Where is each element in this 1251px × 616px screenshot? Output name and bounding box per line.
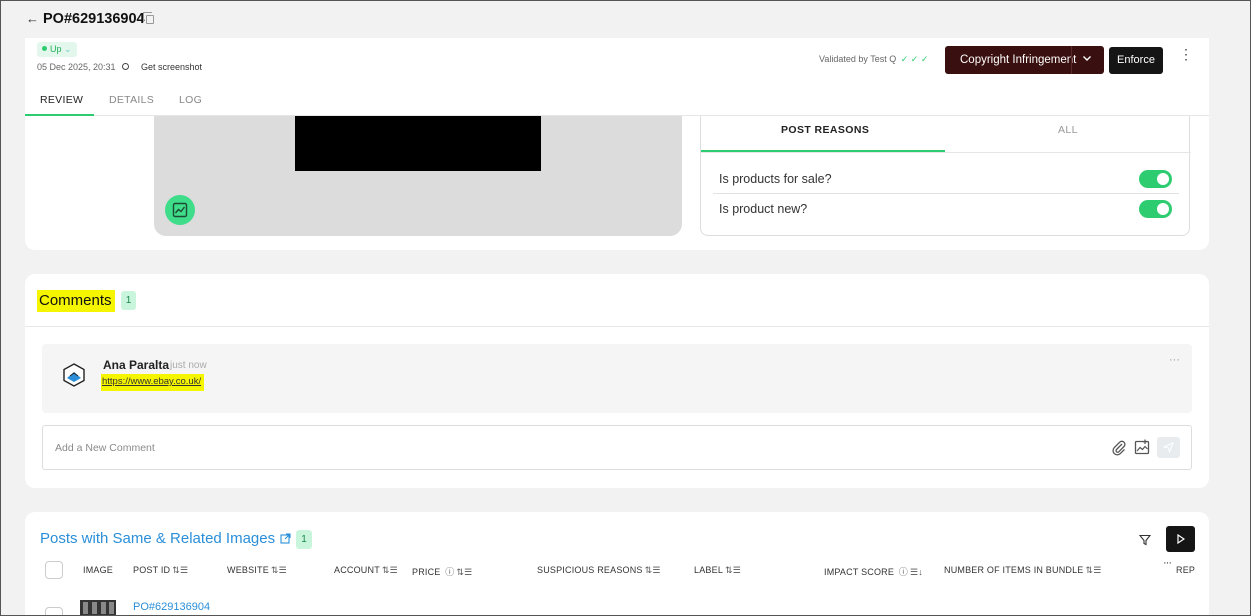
sort-icon: ⇅☰ — [172, 565, 189, 575]
column-header-rep: REP — [1176, 565, 1196, 575]
filter-icon[interactable] — [1139, 534, 1151, 546]
comment-item: Ana Paralta just now https://www.ebay.co… — [42, 344, 1192, 413]
sort-desc-icon: ☰↓ — [909, 567, 923, 577]
validated-by-label: Validated by Test Q ✓ ✓ ✓ — [819, 54, 929, 64]
get-screenshot-link[interactable]: Get screenshot — [141, 62, 202, 72]
external-link-icon[interactable] — [280, 533, 291, 547]
avatar — [63, 363, 85, 387]
column-header-price[interactable]: PRICE ⓘ ⇅☰ — [412, 565, 472, 578]
status-badge[interactable]: Up ⌄ — [37, 42, 77, 57]
sort-icon: ⇅☰ — [644, 565, 661, 575]
post-image-preview — [154, 110, 682, 236]
comment-link[interactable]: https://www.ebay.co.uk/ — [101, 374, 205, 391]
tab-details[interactable]: DETAILS — [109, 94, 154, 106]
sort-icon: ⇅☰ — [456, 567, 473, 577]
more-columns-icon[interactable]: ··· — [1163, 557, 1172, 569]
column-header-image: IMAGE — [83, 565, 114, 575]
page-title: PO#629136904 — [43, 11, 145, 27]
classification-label: Copyright Infringement — [960, 54, 1077, 66]
question-toggle[interactable] — [1139, 170, 1172, 188]
attachment-icon[interactable] — [1112, 440, 1126, 456]
divider — [701, 152, 1191, 153]
sort-icon: ⇅☰ — [1085, 565, 1102, 575]
sort-icon: ⇅☰ — [725, 565, 742, 575]
image-search-button[interactable] — [165, 195, 195, 225]
comments-title: Comments — [37, 290, 115, 312]
post-image — [295, 116, 541, 171]
sort-icon: ⇅☰ — [381, 565, 398, 575]
column-header-account[interactable]: ACCOUNT ⇅☰ — [334, 565, 398, 576]
related-posts-count-badge: 1 — [296, 530, 312, 549]
image-upload-icon[interactable] — [1134, 439, 1150, 455]
comment-more-icon[interactable]: ··· — [1169, 354, 1180, 366]
question-label: Is product new? — [719, 202, 808, 216]
tab-post-reasons[interactable]: POST REASONS — [781, 124, 869, 136]
new-comment-input[interactable] — [55, 440, 855, 456]
post-header: Up ⌄ 05 Dec 2025, 20:31 Get screenshot R… — [25, 38, 1209, 116]
question-label: Is products for sale? — [719, 172, 832, 186]
classification-dropdown-button[interactable]: Copyright Infringement — [945, 46, 1104, 74]
column-header-impact-score[interactable]: IMPACT SCORE ⓘ ☰↓ — [824, 565, 923, 578]
send-comment-button[interactable] — [1157, 437, 1180, 458]
comments-count-badge: 1 — [121, 291, 136, 310]
send-icon — [1163, 442, 1174, 453]
column-header-items-in-bundle[interactable]: NUMBER OF ITEMS IN BUNDLE ⇅☰ — [944, 565, 1102, 576]
row-checkbox[interactable] — [45, 607, 63, 616]
active-tab-indicator — [25, 114, 94, 116]
post-thumbnail[interactable] — [80, 600, 116, 616]
column-header-suspicious-reasons[interactable]: SUSPICIOUS REASONS ⇅☰ — [537, 565, 661, 576]
sort-icon: ⇅☰ — [270, 565, 287, 575]
tab-review[interactable]: REVIEW — [40, 94, 83, 106]
top-bar: ← PO#629136904 — [0, 0, 1251, 38]
post-id-link[interactable]: PO#629136904 — [133, 601, 210, 613]
run-button[interactable] — [1166, 526, 1195, 552]
question-toggle[interactable] — [1139, 200, 1172, 218]
info-icon: ⓘ — [445, 567, 455, 577]
play-icon — [1177, 534, 1185, 544]
column-header-website[interactable]: WEBSITE ⇅☰ — [227, 565, 287, 576]
column-header-post-id[interactable]: POST ID ⇅☰ — [133, 565, 188, 576]
select-all-checkbox[interactable] — [45, 561, 63, 579]
chevron-down-icon — [1082, 53, 1092, 65]
enforce-button[interactable]: Enforce — [1109, 47, 1163, 74]
comment-author: Ana Paralta — [103, 358, 170, 372]
check-icon: ✓ ✓ ✓ — [900, 54, 929, 64]
back-arrow-icon[interactable]: ← — [26, 11, 39, 26]
tab-log[interactable]: LOG — [179, 94, 202, 106]
copy-icon[interactable] — [143, 12, 154, 24]
new-comment-box — [42, 425, 1192, 470]
post-datetime: 05 Dec 2025, 20:31 — [37, 62, 116, 72]
related-posts-title: Posts with Same & Related Images — [40, 530, 276, 547]
refresh-icon[interactable] — [122, 63, 129, 70]
divider — [713, 193, 1179, 194]
post-reasons-panel: POST REASONS ALL Is products for sale? I… — [700, 110, 1191, 236]
more-options-icon[interactable]: ⋮ — [1179, 47, 1193, 61]
tab-all[interactable]: ALL — [1058, 124, 1078, 136]
divider — [25, 326, 1209, 327]
column-header-label[interactable]: LABEL ⇅☰ — [694, 565, 741, 576]
image-chart-icon — [172, 202, 188, 218]
info-icon: ⓘ — [898, 567, 908, 577]
comment-time: just now — [170, 360, 207, 371]
